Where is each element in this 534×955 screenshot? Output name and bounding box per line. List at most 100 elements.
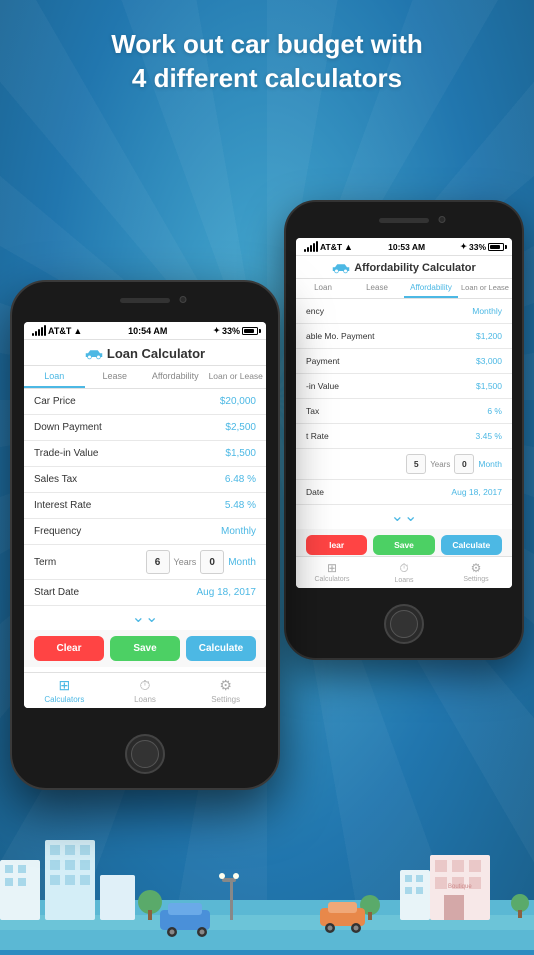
nav-calculators-back[interactable]: ⊞ Calculators <box>296 561 368 584</box>
screen-front: AT&T ▲ 10:54 AM ✦ 33% Loan Calculator <box>24 322 266 708</box>
camera-front <box>180 296 187 303</box>
wifi-front: ▲ <box>73 326 82 336</box>
save-button-back[interactable]: Save <box>373 535 434 555</box>
tab-loan-lease-back[interactable]: Loan or Lease <box>458 279 512 298</box>
chevron-down-icon-back: ⌄⌄ <box>391 509 418 525</box>
calculate-button-front[interactable]: Calculate <box>186 636 256 661</box>
save-button-front[interactable]: Save <box>110 636 180 661</box>
tab-bar-back[interactable]: Loan Lease Affordability Loan or Lease <box>296 279 512 299</box>
title-text-back: Affordability Calculator <box>354 262 476 274</box>
tab-loan-front[interactable]: Loan <box>24 366 85 388</box>
car-icon-back <box>332 262 350 274</box>
time-front: 10:54 AM <box>128 326 167 336</box>
wifi-back: ▲ <box>344 242 353 252</box>
app-title-front: Loan Calculator <box>24 346 266 361</box>
years-spinner-back[interactable]: 5 <box>406 454 426 474</box>
row-payment-back: able Mo. Payment $1,200 <box>296 324 512 349</box>
nav-loans-front[interactable]: ⏱ Loans <box>105 677 186 704</box>
calculator-icon-back: ⊞ <box>327 561 337 575</box>
signal-front <box>32 325 46 336</box>
bt-front: ✦ <box>213 326 220 335</box>
row-tradein-front: Trade-in Value $1,500 <box>24 441 266 467</box>
spinner-group-front[interactable]: 6 Years 0 Month <box>146 550 256 574</box>
speaker-front <box>120 298 170 303</box>
status-right-back: ✦ 33% <box>460 242 504 252</box>
tab-bar-front[interactable]: Loan Lease Affordability Loan or Lease <box>24 366 266 389</box>
battery-pct-front: 33% <box>222 326 240 336</box>
status-bar-back: AT&T ▲ 10:53 AM ✦ 33% <box>296 238 512 256</box>
btn-row-front: Clear Save Calculate <box>24 630 266 667</box>
tab-lease-back[interactable]: Lease <box>350 279 404 298</box>
years-spinner-front[interactable]: 6 <box>146 550 170 574</box>
camera-back <box>439 216 446 223</box>
loans-icon-front: ⏱ <box>140 677 151 694</box>
tab-lease-front[interactable]: Lease <box>85 366 146 388</box>
row-downpayment-front: Down Payment $2,500 <box>24 415 266 441</box>
chevron-back[interactable]: ⌄⌄ <box>296 505 512 529</box>
screen-back: AT&T ▲ 10:53 AM ✦ 33% Affordability Ca <box>296 238 512 588</box>
row-rate-back: t Rate 3.45 % <box>296 424 512 449</box>
nav-settings-back[interactable]: ⚙ Settings <box>440 561 512 584</box>
row-frequency-front: Frequency Monthly <box>24 519 266 545</box>
settings-icon-back: ⚙ <box>471 561 482 575</box>
settings-icon-front: ⚙ <box>219 677 232 694</box>
content-front: Car Price $20,000 Down Payment $2,500 Tr… <box>24 389 266 708</box>
status-bar-front: AT&T ▲ 10:54 AM ✦ 33% <box>24 322 266 340</box>
row-salestax-front: Sales Tax 6.48 % <box>24 467 266 493</box>
clear-button-back[interactable]: lear <box>306 535 367 555</box>
headline-line2: 4 different calculators <box>20 62 514 96</box>
nav-loans-back[interactable]: ⏱ Loans <box>368 561 440 584</box>
row-down-back: Payment $3,000 <box>296 349 512 374</box>
tab-loan-back[interactable]: Loan <box>296 279 350 298</box>
content-back: ency Monthly able Mo. Payment $1,200 Pay… <box>296 299 512 588</box>
battery-front <box>242 327 258 335</box>
row-interestrate-front: Interest Rate 5.48 % <box>24 493 266 519</box>
phone-front: AT&T ▲ 10:54 AM ✦ 33% Loan Calculator <box>10 280 280 790</box>
chevron-front[interactable]: ⌄⌄ <box>24 606 266 630</box>
row-date-back: Date Aug 18, 2017 <box>296 480 512 505</box>
row-tradein-back: -in Value $1,500 <box>296 374 512 399</box>
cityscape: Boutique <box>0 820 534 950</box>
speaker-back <box>379 218 429 223</box>
title-text-front: Loan Calculator <box>107 346 205 361</box>
months-spinner-back[interactable]: 0 <box>454 454 474 474</box>
headline: Work out car budget with 4 different cal… <box>0 28 534 96</box>
carrier-front: AT&T <box>48 326 71 336</box>
carrier-back: AT&T <box>320 242 342 252</box>
chevron-down-icon-front: ⌄⌄ <box>132 610 159 626</box>
headline-line1: Work out car budget with <box>20 28 514 62</box>
svg-text:Boutique: Boutique <box>448 884 472 890</box>
home-button-back[interactable] <box>384 604 424 644</box>
battery-back <box>488 243 504 251</box>
tab-loan-lease-front[interactable]: Loan or Lease <box>206 366 267 388</box>
tab-affordability-back[interactable]: Affordability <box>404 279 458 298</box>
spinner-group-back[interactable]: 5 Years 0 Month <box>406 454 502 474</box>
car-icon-front <box>85 348 103 360</box>
status-left-front: AT&T ▲ <box>32 325 82 336</box>
bottom-nav-front: ⊞ Calculators ⏱ Loans ⚙ Settings <box>24 672 266 708</box>
bt-back: ✦ <box>460 242 467 251</box>
phone-back: AT&T ▲ 10:53 AM ✦ 33% Affordability Ca <box>284 200 524 660</box>
months-spinner-front[interactable]: 0 <box>200 550 224 574</box>
time-back: 10:53 AM <box>388 242 425 252</box>
nav-calculators-front[interactable]: ⊞ Calculators <box>24 677 105 704</box>
nav-settings-front[interactable]: ⚙ Settings <box>185 677 266 704</box>
term-row-back: 5 Years 0 Month <box>296 449 512 480</box>
calculator-icon-front: ⊞ <box>58 677 70 694</box>
row-carprice-front: Car Price $20,000 <box>24 389 266 415</box>
app-header-back: Affordability Calculator <box>296 256 512 279</box>
app-title-back: Affordability Calculator <box>296 262 512 274</box>
loans-icon-back: ⏱ <box>399 561 408 576</box>
tab-affordability-front[interactable]: Affordability <box>145 366 206 388</box>
calculate-button-back[interactable]: Calculate <box>441 535 502 555</box>
home-button-front[interactable] <box>125 734 165 774</box>
bottom-nav-back: ⊞ Calculators ⏱ Loans ⚙ Settings <box>296 556 512 588</box>
row-frequency-back: ency Monthly <box>296 299 512 324</box>
signal-back <box>304 241 318 252</box>
clear-button-front[interactable]: Clear <box>34 636 104 661</box>
status-left-back: AT&T ▲ <box>304 241 353 252</box>
app-header-front: Loan Calculator <box>24 340 266 366</box>
term-row-front: Term 6 Years 0 Month <box>24 545 266 580</box>
row-tax-back: Tax 6 % <box>296 399 512 424</box>
status-right-front: ✦ 33% <box>213 326 258 336</box>
